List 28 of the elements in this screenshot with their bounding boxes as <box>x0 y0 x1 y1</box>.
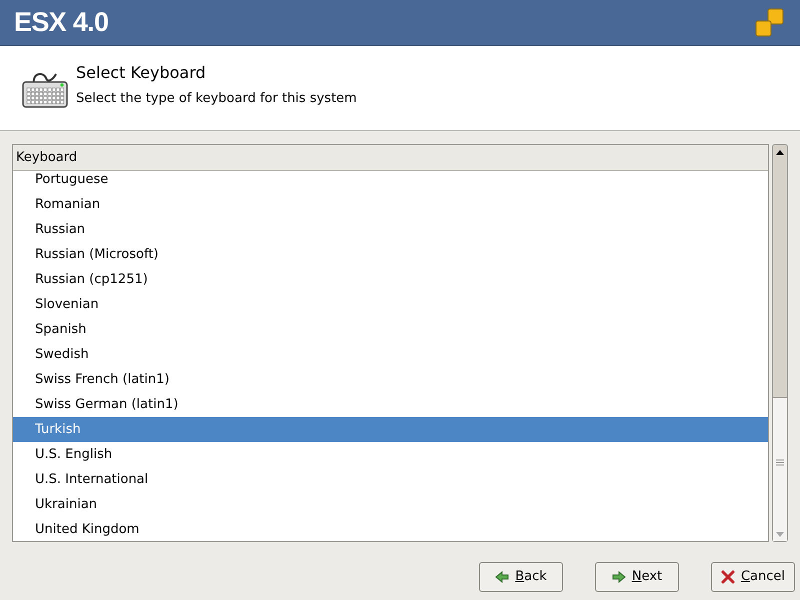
list-item[interactable]: Turkish <box>13 417 768 442</box>
page-title: Select Keyboard <box>76 62 207 84</box>
scroll-down-icon[interactable] <box>773 527 787 541</box>
list-item[interactable]: Swiss French (latin1) <box>13 367 768 392</box>
list-item[interactable]: United Kingdom <box>13 517 768 541</box>
list-item[interactable]: Romanian <box>13 192 768 217</box>
scroll-thumb[interactable] <box>773 397 787 527</box>
arrow-right-icon <box>612 571 626 583</box>
next-button[interactable]: Next <box>595 562 679 592</box>
arrow-left-icon <box>495 571 510 583</box>
cross-icon <box>720 570 735 584</box>
product-title: ESX 4.0 <box>14 6 108 40</box>
page-subtitle: Select the type of keyboard for this system <box>76 90 357 108</box>
list-item[interactable]: Swiss German (latin1) <box>13 392 768 417</box>
list-item[interactable]: Russian (cp1251) <box>13 267 768 292</box>
cancel-button[interactable]: Cancel <box>711 562 795 592</box>
list-item[interactable]: Ukrainian <box>13 492 768 517</box>
list-item[interactable]: Slovenian <box>13 292 768 317</box>
list-item[interactable]: Spanish <box>13 317 768 342</box>
list-item[interactable]: U.S. English <box>13 442 768 467</box>
logo-icon <box>754 6 786 38</box>
scrollbar[interactable] <box>772 144 788 542</box>
list-item[interactable]: U.S. International <box>13 467 768 492</box>
list-item[interactable]: Russian <box>13 217 768 242</box>
back-button[interactable]: Back <box>479 562 563 592</box>
column-header: Keyboard <box>13 145 768 171</box>
list-item[interactable]: Swedish <box>13 342 768 367</box>
list-item[interactable]: Russian (Microsoft) <box>13 242 768 267</box>
